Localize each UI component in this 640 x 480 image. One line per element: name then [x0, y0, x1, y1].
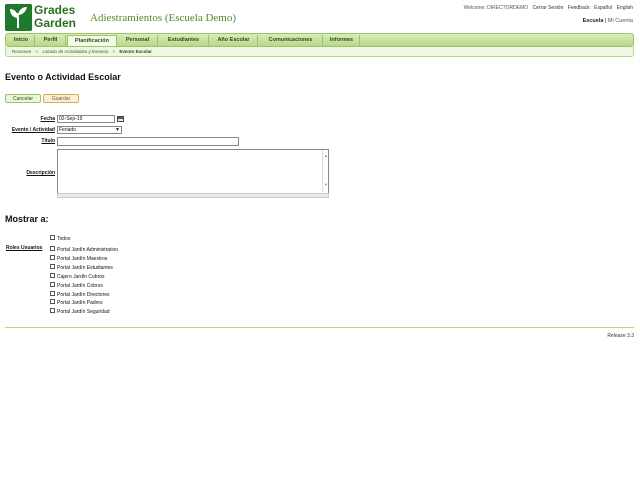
leaf-icon	[5, 4, 32, 31]
logo-line-2: Garden	[34, 16, 77, 30]
cancel-button[interactable]: Cancelar	[5, 94, 41, 103]
role-option-label: Cajero Jardín Cobros	[57, 274, 105, 280]
nav-item-personal[interactable]: Personal	[118, 35, 158, 46]
role-option-label: Todos	[57, 236, 71, 242]
date-field[interactable]: 02-Sep-19	[57, 115, 115, 123]
role-option-todos[interactable]: Todos	[50, 235, 71, 243]
context-separator: |	[604, 18, 607, 24]
scroll-up-icon[interactable]: ▲	[324, 154, 328, 158]
save-button[interactable]: Guardar	[43, 94, 79, 103]
description-label: Descripción	[26, 170, 55, 176]
school-title: Adiestramientos (Escuela Demo)	[90, 12, 237, 24]
role-option-cobros[interactable]: Portal Jardín Cobros	[50, 282, 103, 290]
event-type-label: Evento / Actividad	[11, 127, 55, 133]
show-to-title: Mostrar a:	[5, 214, 49, 224]
breadcrumb-separator: >	[35, 49, 39, 54]
role-option-maestros[interactable]: Portal Jardín Maestros	[50, 255, 108, 263]
role-checkbox[interactable]	[50, 246, 55, 252]
role-option-label: Portal Jardín Maestros	[57, 256, 108, 262]
feedback-link[interactable]: Feedback	[568, 5, 590, 11]
role-checkbox[interactable]	[50, 255, 55, 261]
release-version: Release 3.3	[607, 333, 634, 339]
logo-text: Grades Garden	[34, 4, 76, 30]
breadcrumb-current: Evento Escolar	[119, 49, 152, 54]
role-option-directores[interactable]: Portal Jardín Directores	[50, 291, 110, 299]
role-option-label: Portal Jardín Seguridad	[57, 309, 110, 315]
event-type-select[interactable]: Feriado ▼	[57, 126, 122, 134]
context-switch: Escuela | Mi Cuenta	[583, 18, 633, 24]
breadcrumb-listado[interactable]: Listado de Actividades y Eventos	[42, 49, 108, 54]
role-checkbox[interactable]	[50, 299, 55, 305]
nav-item-inicio[interactable]: Inicio	[8, 35, 35, 46]
main-nav: Inicio Perfil Planificación Personal Est…	[5, 33, 634, 47]
role-checkbox[interactable]	[50, 282, 55, 288]
nav-item-comunicaciones[interactable]: Comunicaciones	[259, 35, 323, 46]
nav-item-planificacion[interactable]: Planificación	[67, 35, 117, 46]
date-label: Fecha	[40, 116, 55, 122]
logout-link[interactable]: Cerrar Sesión	[533, 5, 564, 11]
breadcrumb-separator: >	[112, 49, 116, 54]
role-option-padres[interactable]: Portal Jardín Padres	[50, 299, 103, 307]
nav-item-informes[interactable]: Informes	[324, 35, 360, 46]
logo[interactable]: Grades Garden	[5, 4, 83, 31]
welcome-text: Welcome: DIRECTORDEMO	[463, 5, 529, 11]
role-option-label: Portal Jardín Estudiantes	[57, 265, 113, 271]
role-option-cajero-cobros[interactable]: Cajero Jardín Cobros	[50, 273, 105, 281]
resize-handle[interactable]	[57, 193, 329, 198]
scroll-down-icon[interactable]: ▼	[324, 183, 328, 187]
my-account-link[interactable]: Mi Cuenta	[608, 18, 633, 24]
header: Grades Garden Adiestramientos (Escuela D…	[0, 0, 640, 33]
event-type-value: Feriado	[59, 127, 76, 133]
nav-item-ano-escolar[interactable]: Año Escolar	[210, 35, 258, 46]
role-checkbox[interactable]	[50, 264, 55, 270]
role-checkbox[interactable]	[50, 308, 55, 314]
top-links: Welcome: DIRECTORDEMO Cerrar Sesión Feed…	[461, 5, 633, 11]
footer-divider	[5, 327, 634, 328]
calendar-icon[interactable]	[117, 116, 124, 122]
role-option-label: Portal Jardín Padres	[57, 300, 103, 306]
nav-item-perfil[interactable]: Perfil	[36, 35, 66, 46]
breadcrumb-resumen[interactable]: Resumen	[12, 49, 31, 54]
page-title: Evento o Actividad Escolar	[5, 72, 121, 82]
role-option-label: Portal Jardín Directores	[57, 292, 110, 298]
title-field[interactable]	[57, 137, 239, 146]
role-checkbox[interactable]	[50, 273, 55, 279]
role-option-seguridad[interactable]: Portal Jardín Seguridad	[50, 308, 110, 316]
role-checkbox[interactable]	[50, 235, 55, 241]
nav-item-estudiantes[interactable]: Estudiantes	[159, 35, 209, 46]
role-option-label: Portal Jardín Administrativo	[57, 247, 118, 253]
title-label: Título	[41, 138, 55, 144]
role-option-estudiantes[interactable]: Portal Jardín Estudiantes	[50, 264, 113, 272]
role-option-label: Portal Jardín Cobros	[57, 283, 103, 289]
breadcrumb: Resumen > Listado de Actividades y Event…	[5, 47, 634, 57]
role-option-administrativo[interactable]: Portal Jardín Administrativo	[50, 246, 118, 254]
english-link[interactable]: English	[617, 5, 633, 11]
description-scrollbar[interactable]: ▲ ▼	[322, 150, 328, 193]
description-textarea[interactable]: ▲ ▼	[57, 149, 329, 194]
school-context-link[interactable]: Escuela	[583, 18, 604, 24]
chevron-down-icon: ▼	[115, 127, 120, 133]
roles-label: Roles Usuarios	[6, 245, 43, 251]
role-checkbox[interactable]	[50, 291, 55, 297]
spanish-link[interactable]: Español	[594, 5, 612, 11]
